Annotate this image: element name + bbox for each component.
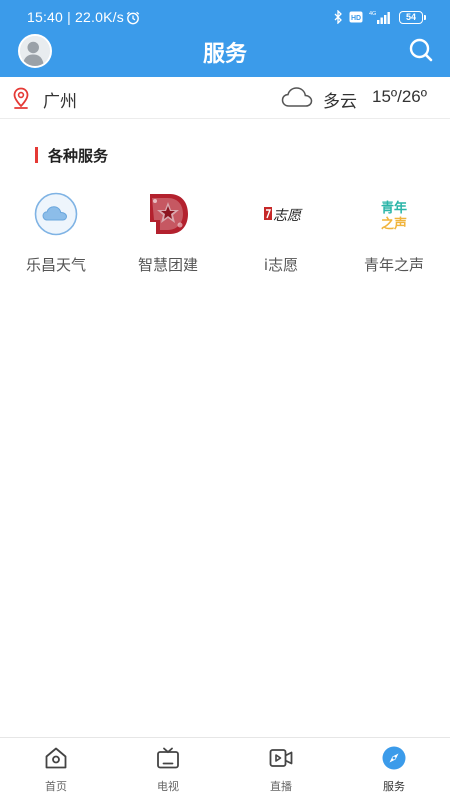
hd-icon: HD bbox=[349, 11, 363, 23]
service-label: i志愿 bbox=[263, 256, 299, 274]
nav-item-services[interactable]: 服务 bbox=[338, 738, 450, 800]
nav-label: 直播 bbox=[270, 780, 292, 793]
service-label: 智慧团建 bbox=[137, 256, 198, 274]
weather-temperature: 15º/26º bbox=[372, 87, 427, 106]
bottom-nav: 首页 电视 直播 服务 bbox=[0, 737, 450, 800]
svg-text:之声: 之声 bbox=[381, 216, 407, 232]
nav-label: 服务 bbox=[383, 780, 405, 793]
section-marker bbox=[35, 147, 38, 163]
app-header: 15:40 | 22.0K/s HD 4G 54 服务 bbox=[0, 0, 450, 77]
city-name: 广州 bbox=[43, 92, 77, 112]
page-title: 服务 bbox=[202, 42, 247, 67]
svg-text:志愿: 志愿 bbox=[273, 208, 303, 224]
bluetooth-icon bbox=[334, 10, 342, 24]
service-item-weather[interactable]: 乐昌天气 bbox=[0, 188, 112, 278]
battery-level: 54 bbox=[399, 10, 423, 24]
weather-cloud-icon bbox=[34, 192, 78, 236]
search-icon[interactable] bbox=[408, 37, 434, 63]
svg-text:青年: 青年 bbox=[381, 200, 407, 216]
cloud-icon bbox=[281, 87, 313, 107]
compass-icon bbox=[382, 746, 406, 770]
title-bar: 服务 bbox=[0, 30, 450, 77]
service-item-youth-voice[interactable]: 青年 之声 青年之声 bbox=[338, 188, 450, 278]
svg-text:4G: 4G bbox=[369, 11, 376, 17]
nav-item-live[interactable]: 直播 bbox=[225, 738, 337, 800]
service-label: 青年之声 bbox=[363, 256, 424, 274]
services-grid: 乐昌天气 智慧团建 志愿 i志愿 青年 之声 青年之声 bbox=[0, 188, 450, 278]
location-pin-icon bbox=[13, 87, 29, 109]
weather-condition: 多云 bbox=[323, 92, 357, 112]
tv-icon bbox=[157, 747, 179, 769]
weather-bar[interactable]: 广州 多云 15º/26º bbox=[0, 77, 450, 119]
svg-text:HD: HD bbox=[351, 15, 361, 22]
nav-item-tv[interactable]: 电视 bbox=[112, 738, 224, 800]
status-bar: 15:40 | 22.0K/s HD 4G 54 bbox=[0, 0, 450, 30]
nav-label: 首页 bbox=[45, 780, 67, 793]
service-item-youth-league[interactable]: 智慧团建 bbox=[112, 188, 224, 278]
home-icon bbox=[45, 747, 67, 769]
battery-indicator: 54 bbox=[399, 10, 426, 24]
youth-voice-icon: 青年 之声 bbox=[381, 200, 407, 232]
alarm-icon bbox=[126, 11, 140, 25]
status-icons: HD 4G 54 bbox=[333, 9, 426, 25]
live-video-icon bbox=[269, 749, 293, 767]
service-item-volunteer[interactable]: 志愿 i志愿 bbox=[225, 188, 337, 278]
signal-icon: 4G bbox=[369, 11, 390, 24]
nav-item-home[interactable]: 首页 bbox=[0, 738, 112, 800]
nav-label: 电视 bbox=[157, 780, 179, 793]
service-label: 乐昌天气 bbox=[25, 256, 86, 274]
status-time: 15:40 | 22.0K/s bbox=[27, 9, 124, 25]
section-title: 各种服务 bbox=[48, 147, 109, 165]
volunteer-icon: 志愿 bbox=[264, 207, 303, 224]
youth-league-icon bbox=[150, 194, 188, 234]
